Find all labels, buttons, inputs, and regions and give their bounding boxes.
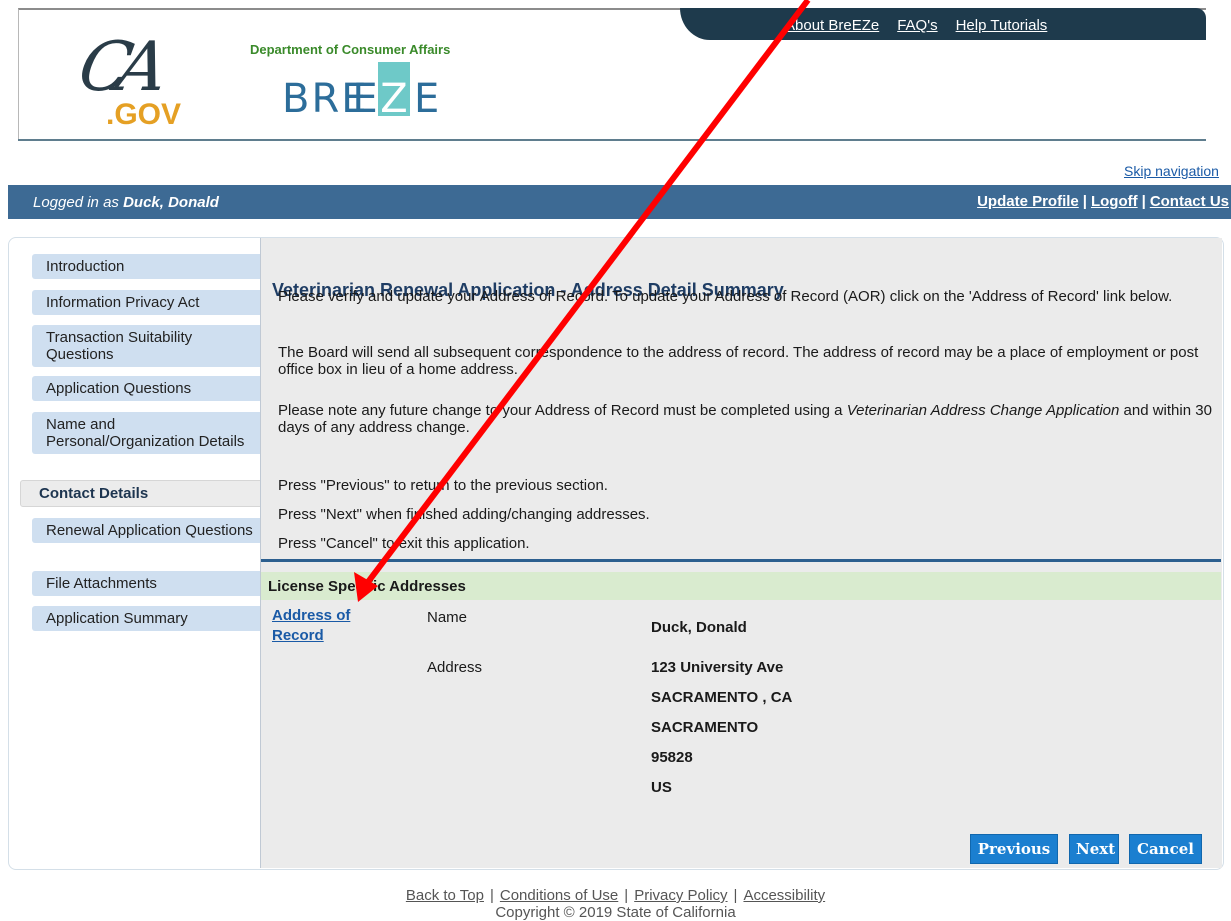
breeze-logo-z: Z	[380, 76, 408, 122]
address-line-1: 123 University Ave	[651, 659, 784, 676]
ca-gov-logo[interactable]: CA .GOV	[70, 28, 210, 134]
back-to-top-link[interactable]: Back to Top	[406, 887, 484, 904]
copyright-text: Copyright © 2019 State of California	[495, 904, 736, 921]
faq-link[interactable]: FAQ's	[897, 17, 937, 34]
footer-separator: |	[624, 887, 629, 904]
para3-pre: Please note any future change to your Ad…	[278, 402, 847, 419]
sidebar-item-application-questions[interactable]: Application Questions	[32, 376, 276, 401]
help-tutorials-link[interactable]: Help Tutorials	[956, 17, 1048, 34]
instruction-paragraph-3: Please note any future change to your Ad…	[278, 402, 1218, 436]
sidebar-item-information-privacy-act[interactable]: Information Privacy Act	[32, 290, 276, 315]
para3-em: Veterinarian Address Change Application	[846, 402, 1120, 419]
instruction-paragraph-2: The Board will send all subsequent corre…	[278, 344, 1199, 378]
previous-button[interactable]: Previous	[970, 834, 1058, 864]
sidebar-item-application-summary[interactable]: Application Summary	[32, 606, 276, 631]
breeze-logo-e-right: E	[414, 76, 442, 122]
instruction-cancel: Press "Cancel" to exit this application.	[278, 535, 530, 552]
breeze-logo-e: E	[352, 76, 378, 122]
address-line-4: 95828	[651, 749, 693, 766]
footer: Back to Top | Conditions of Use | Privacy Po…	[0, 887, 1231, 921]
privacy-policy-link[interactable]: Privacy Policy	[634, 887, 727, 904]
accessibility-link[interactable]: Accessibility	[743, 887, 825, 904]
site-header: About BreEZe FAQ's Help Tutorials CA .GO…	[0, 0, 1231, 150]
address-line-5: US	[651, 779, 672, 796]
about-breeze-link[interactable]: About BreEZe	[785, 17, 879, 34]
instruction-previous: Press "Previous" to return to the previo…	[278, 477, 608, 494]
update-profile-link[interactable]: Update Profile	[977, 193, 1079, 210]
sidebar-item-introduction[interactable]: Introduction	[32, 254, 276, 279]
separator: |	[1082, 193, 1087, 210]
ca-logo-gov: .GOV	[106, 98, 182, 131]
cancel-button[interactable]: Cancel	[1129, 834, 1202, 864]
name-value: Duck, Donald	[651, 619, 747, 636]
footer-separator: |	[489, 887, 494, 904]
user-name: Duck, Donald	[123, 194, 219, 211]
sidebar-item-name-details[interactable]: Name and Personal/Organization Details	[32, 412, 276, 454]
conditions-of-use-link[interactable]: Conditions of Use	[500, 887, 618, 904]
footer-separator: |	[733, 887, 738, 904]
skip-navigation-link[interactable]: Skip navigation	[1124, 163, 1219, 179]
instruction-paragraph-1: Please verify and update your Address of…	[278, 288, 1173, 305]
sidebar-item-contact-details[interactable]: Contact Details	[20, 480, 276, 507]
user-links: Update Profile | Logoff | Contact Us	[977, 193, 1229, 210]
name-label: Name	[427, 609, 468, 626]
separator: |	[1141, 193, 1146, 210]
logged-in-prefix: Logged in as	[33, 194, 124, 211]
dca-label: Department of Consumer Affairs	[250, 42, 451, 57]
contact-us-link[interactable]: Contact Us	[1150, 193, 1229, 210]
logoff-link[interactable]: Logoff	[1091, 193, 1138, 210]
sidebar-item-transaction-suitability[interactable]: Transaction Suitability Questions	[32, 325, 276, 367]
next-button[interactable]: Next	[1069, 834, 1119, 864]
address-label: Address	[427, 659, 483, 676]
section-header: License Specific Addresses	[261, 572, 1221, 600]
sidebar-item-file-attachments[interactable]: File Attachments	[32, 571, 276, 596]
address-of-record-link[interactable]: Address of Record	[272, 606, 362, 646]
address-line-3: SACRAMENTO	[651, 719, 759, 736]
section-title: License Specific Addresses	[268, 578, 466, 595]
user-bar: Logged in as Duck, Donald Update Profile…	[8, 185, 1231, 219]
ca-logo-script: CA	[73, 28, 161, 107]
address-line-2: SACRAMENTO , CA	[651, 689, 793, 706]
section-divider	[261, 559, 1221, 562]
sidebar-item-renewal-questions[interactable]: Renewal Application Questions	[32, 518, 276, 543]
top-links: About BreEZe FAQ's Help Tutorials	[785, 17, 1047, 34]
header-divider	[18, 139, 1206, 141]
footer-links: Back to Top | Conditions of Use | Privacy Po…	[0, 887, 1231, 904]
instruction-next: Press "Next" when finished adding/changi…	[278, 506, 650, 523]
content-area: Veterinarian Renewal Application - Addre…	[260, 238, 1222, 868]
logged-in-text: Logged in as Duck, Donald	[33, 194, 219, 211]
